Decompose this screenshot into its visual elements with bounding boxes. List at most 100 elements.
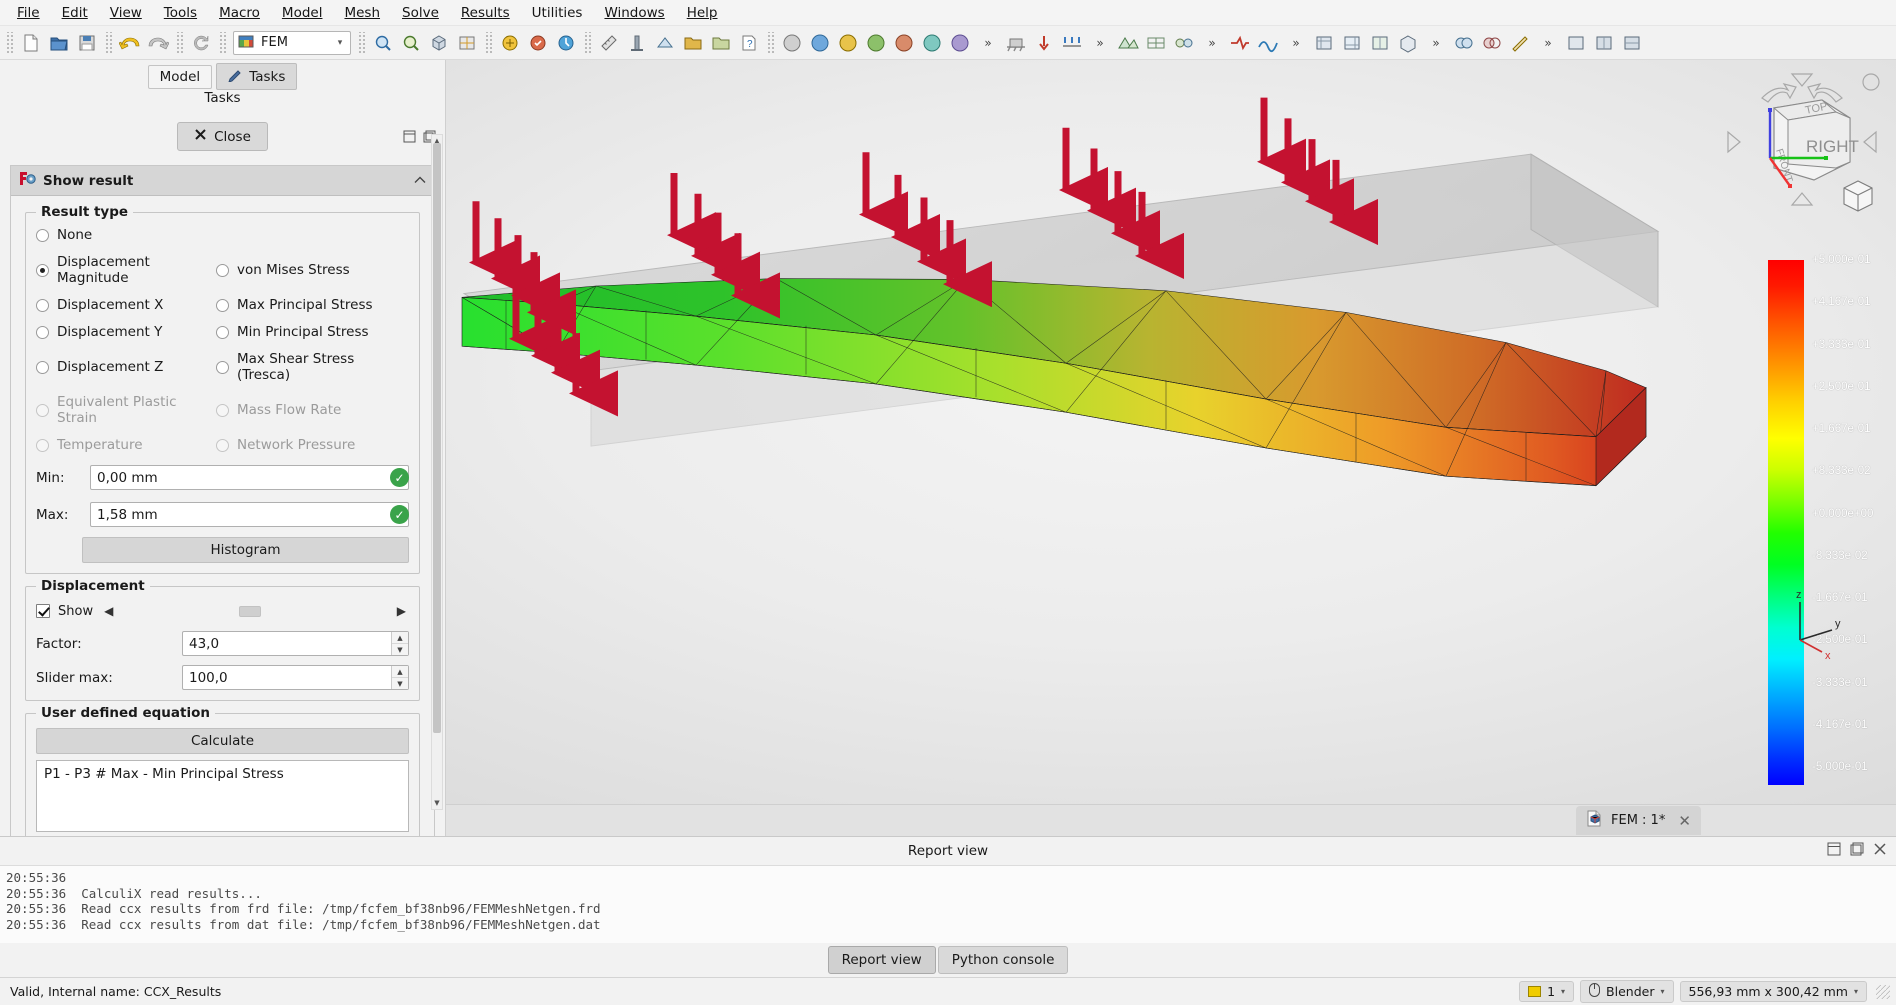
tab-python-console[interactable]: Python console	[937, 946, 1069, 974]
factor-step-up-icon[interactable]: ▲	[392, 632, 408, 644]
close-panel-icon[interactable]	[1873, 842, 1887, 860]
undo-icon[interactable]	[117, 30, 143, 56]
factor-step-down-icon[interactable]: ▼	[392, 644, 408, 655]
draw-style-icon[interactable]	[454, 30, 480, 56]
undock-panel-icon[interactable]	[1850, 842, 1864, 860]
menu-utilities[interactable]: Utilities	[521, 2, 594, 24]
radio-max-principal-stress[interactable]: Max Principal Stress	[216, 297, 409, 313]
toolbar-overflow-4[interactable]: »	[1283, 30, 1309, 56]
scroll-down-arrow-icon[interactable]: ▼	[432, 797, 442, 809]
fit-all-icon[interactable]	[370, 30, 396, 56]
factor-stepper[interactable]: ▲ ▼	[391, 632, 408, 655]
fit-selection-icon[interactable]	[398, 30, 424, 56]
model-analysis-icon[interactable]	[497, 30, 523, 56]
measure-icon[interactable]	[596, 30, 622, 56]
boolean-cut-icon[interactable]	[1479, 30, 1505, 56]
radio-displacement-x[interactable]: Displacement X	[36, 297, 216, 313]
new-document-icon[interactable]	[18, 30, 44, 56]
toolbar-overflow-2[interactable]: »	[1087, 30, 1113, 56]
results-icon[interactable]	[553, 30, 579, 56]
radio-displacement-z[interactable]: Displacement Z	[36, 351, 216, 383]
calculate-button[interactable]: Calculate	[36, 728, 409, 754]
scrollbar-thumb[interactable]	[433, 143, 441, 733]
menu-solve[interactable]: Solve	[391, 2, 450, 24]
toolbar-overflow-6[interactable]: »	[1535, 30, 1561, 56]
navigation-style-chip[interactable]: Blender ▾	[1580, 980, 1674, 1003]
displacement-slider[interactable]	[124, 601, 385, 621]
navigation-cube[interactable]: TOP FRONT RIGHT	[1718, 68, 1886, 213]
toolbar-overflow-5[interactable]: »	[1423, 30, 1449, 56]
slider-max-spinbox[interactable]: 100,0 ▲ ▼	[182, 665, 409, 690]
toolbar-grip-8[interactable]	[766, 31, 775, 54]
viewport-3d[interactable]: +5.000e-01 +4.167e-01 +3.333e-01 +2.500e…	[446, 60, 1896, 804]
constraint-icon[interactable]	[624, 30, 650, 56]
view-front-icon[interactable]	[1311, 30, 1337, 56]
menu-tools[interactable]: Tools	[153, 2, 208, 24]
clip-plane-icon[interactable]	[652, 30, 678, 56]
sketch-icon[interactable]	[1507, 30, 1533, 56]
slider-handle[interactable]	[239, 605, 262, 617]
mesh-from-shape-icon[interactable]	[1115, 30, 1141, 56]
redo-icon[interactable]	[145, 30, 171, 56]
toolbar-overflow-1[interactable]: »	[975, 30, 1001, 56]
sphere-yellow-icon[interactable]	[835, 30, 861, 56]
slider-max-step-down-icon[interactable]: ▼	[392, 678, 408, 689]
view-iso-icon[interactable]	[1395, 30, 1421, 56]
chevron-down-icon[interactable]: ▾	[332, 38, 348, 48]
boolean-union-icon[interactable]	[1451, 30, 1477, 56]
constraint-force-icon[interactable]	[1031, 30, 1057, 56]
tab-report-view[interactable]: Report view	[827, 946, 936, 974]
view-right-icon[interactable]	[1367, 30, 1393, 56]
solver-icon[interactable]	[525, 30, 551, 56]
slider-max-step-up-icon[interactable]: ▲	[392, 666, 408, 678]
constraint-fixed-icon[interactable]	[1003, 30, 1029, 56]
sphere-primitive-icon[interactable]	[779, 30, 805, 56]
mesh-group-icon[interactable]	[1171, 30, 1197, 56]
menu-model[interactable]: Model	[271, 2, 334, 24]
std-view-2-icon[interactable]	[1591, 30, 1617, 56]
task-panel-scrollbar[interactable]: ▲ ▼	[431, 134, 443, 810]
menu-view[interactable]: View	[99, 2, 153, 24]
close-icon[interactable]: ✕	[1674, 812, 1691, 830]
view-top-icon[interactable]	[1339, 30, 1365, 56]
report-log[interactable]: 20:55:36 20:55:36 CalculiX read results.…	[0, 865, 1896, 943]
folder-2-icon[interactable]	[708, 30, 734, 56]
toolbar-overflow-3[interactable]: »	[1199, 30, 1225, 56]
sphere-red-icon[interactable]	[891, 30, 917, 56]
sphere-blue-icon[interactable]	[807, 30, 833, 56]
show-result-header[interactable]: Show result	[11, 166, 434, 196]
collapse-chevron-icon[interactable]	[414, 173, 426, 189]
slider-max-stepper[interactable]: ▲ ▼	[391, 666, 408, 689]
sphere-teal-icon[interactable]	[919, 30, 945, 56]
chevron-down-icon[interactable]: ▾	[1660, 987, 1664, 996]
menu-results[interactable]: Results	[450, 2, 521, 24]
chevron-down-icon[interactable]: ▾	[1561, 987, 1565, 996]
toolbar-grip-6[interactable]	[484, 31, 493, 54]
mdi-tab-fem[interactable]: FEM : 1* ✕	[1576, 806, 1701, 835]
radio-displacement-magnitude[interactable]: Displacement Magnitude	[36, 254, 216, 286]
open-document-icon[interactable]	[46, 30, 72, 56]
whats-this-icon[interactable]: ?	[736, 30, 762, 56]
menu-mesh[interactable]: Mesh	[333, 2, 391, 24]
toolbar-grip-3[interactable]	[175, 31, 184, 54]
menu-edit[interactable]: Edit	[51, 2, 99, 24]
radio-none[interactable]: None	[36, 227, 409, 243]
radio-max-shear-stress-tresca[interactable]: Max Shear Stress (Tresca)	[216, 351, 409, 383]
dimension-chip[interactable]: 556,93 mm x 300,42 mm ▾	[1679, 981, 1867, 1002]
slider-left-arrow-icon[interactable]: ◀	[101, 604, 116, 618]
menu-file[interactable]: File	[6, 2, 51, 24]
tab-model[interactable]: Model	[147, 64, 213, 89]
toolbar-grip-4[interactable]	[218, 31, 227, 54]
constraint-pressure-icon[interactable]	[1059, 30, 1085, 56]
radio-displacement-y[interactable]: Displacement Y	[36, 324, 216, 340]
axonometric-view-icon[interactable]	[426, 30, 452, 56]
displacement-show-checkbox[interactable]	[36, 604, 50, 618]
std-view-1-icon[interactable]	[1563, 30, 1589, 56]
chevron-down-icon[interactable]: ▾	[1854, 987, 1858, 996]
toolbar-grip-5[interactable]	[357, 31, 366, 54]
menu-help[interactable]: Help	[676, 2, 729, 24]
toolbar-grip-2[interactable]	[104, 31, 113, 54]
post-warp-icon[interactable]	[1255, 30, 1281, 56]
std-view-3-icon[interactable]	[1619, 30, 1645, 56]
toolbar-grip-7[interactable]	[583, 31, 592, 54]
